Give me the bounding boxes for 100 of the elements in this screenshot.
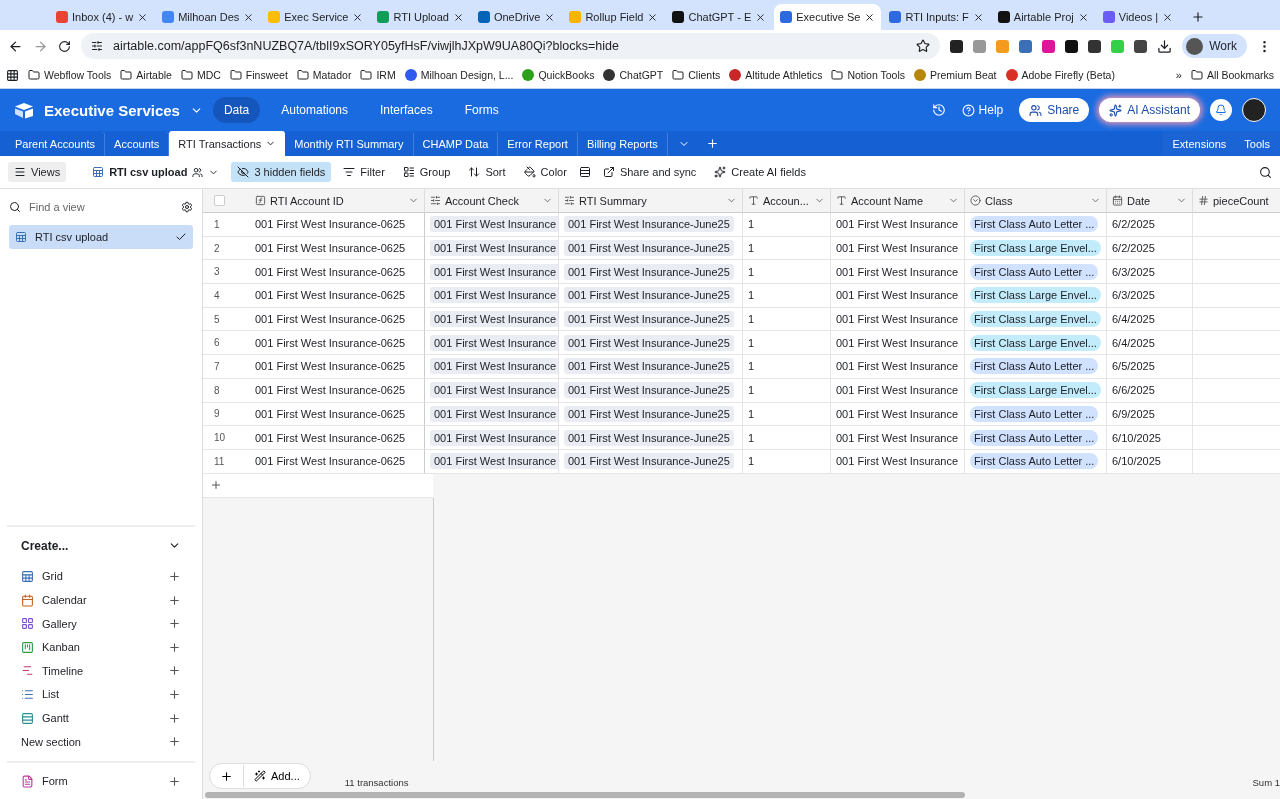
- bookmark[interactable]: All Bookmarks: [1190, 69, 1274, 81]
- select-all-checkbox[interactable]: [214, 195, 225, 206]
- create-view-item[interactable]: Calendar: [9, 588, 193, 612]
- toolbar-button[interactable]: Color: [517, 162, 573, 182]
- close-icon[interactable]: [972, 11, 984, 23]
- add-table-icon[interactable]: [705, 137, 719, 150]
- extension-icon[interactable]: [950, 39, 964, 53]
- browser-tab[interactable]: ChatGPT - E: [666, 4, 773, 30]
- toolbar-button[interactable]: Share and sync: [596, 162, 703, 182]
- add-icon[interactable]: [168, 569, 181, 583]
- bookmark[interactable]: Matador: [296, 69, 352, 81]
- address-bar[interactable]: airtable.com/appFQ6sf3nNUZBQ7A/tblI9xSORY05yfHsF/viwjlhJXpW9UA80Qi?blocks=hide: [81, 33, 941, 59]
- column-header[interactable]: Account Name: [831, 189, 965, 213]
- toolbar-button[interactable]: Create AI fields: [708, 162, 812, 182]
- bookmark[interactable]: IRM: [360, 69, 396, 81]
- bookmark[interactable]: Notion Tools: [831, 69, 905, 81]
- browser-tab[interactable]: RTI Inputs: F: [883, 4, 990, 30]
- notifications-button[interactable]: [1210, 99, 1232, 121]
- close-icon[interactable]: [1077, 11, 1089, 23]
- column-header[interactable]: Date: [1107, 189, 1193, 213]
- bookmark-star-icon[interactable]: [916, 39, 931, 53]
- column-header[interactable]: Accoun...: [743, 189, 831, 213]
- add-icon[interactable]: [168, 617, 181, 631]
- reload-icon[interactable]: [58, 39, 71, 53]
- extensions-button[interactable]: Extensions: [1172, 137, 1227, 150]
- browser-tab[interactable]: RTI Upload: [371, 4, 470, 30]
- back-icon[interactable]: [8, 38, 23, 54]
- tools-button[interactable]: Tools: [1244, 137, 1270, 150]
- extension-icon[interactable]: [1088, 39, 1102, 53]
- add-icon[interactable]: [168, 735, 181, 749]
- column-header[interactable]: Account Check: [425, 189, 559, 213]
- create-view-item[interactable]: Gantt: [9, 706, 193, 730]
- nav-tab[interactable]: Data: [212, 97, 261, 123]
- browser-tab[interactable]: Executive Se: [774, 4, 882, 30]
- browser-tab[interactable]: OneDrive: [471, 4, 562, 30]
- toolbar-button[interactable]: Filter: [337, 162, 391, 182]
- browser-tab[interactable]: Exec Service: [262, 4, 370, 30]
- create-view-item[interactable]: List: [9, 682, 193, 707]
- bookmark[interactable]: ChatGPT: [603, 69, 664, 81]
- forward-icon[interactable]: [33, 38, 48, 54]
- site-settings-icon[interactable]: [91, 40, 103, 52]
- add-record-icon[interactable]: [210, 479, 222, 492]
- bookmark[interactable]: Altitude Athletics: [729, 69, 823, 81]
- extension-icon[interactable]: [1134, 39, 1148, 53]
- add-icon[interactable]: [168, 640, 181, 654]
- add-icon[interactable]: [168, 593, 181, 607]
- create-view-item[interactable]: New section: [9, 729, 193, 754]
- nav-tab[interactable]: Forms: [453, 97, 510, 123]
- ai-assistant-button[interactable]: AI Assistant: [1099, 98, 1200, 122]
- bookmark[interactable]: Premium Beat: [914, 69, 997, 81]
- add-icon[interactable]: [168, 774, 181, 788]
- base-name[interactable]: Executive Services: [44, 101, 180, 119]
- toolbar-button[interactable]: Sort: [462, 162, 512, 182]
- bookmark[interactable]: Clients: [672, 69, 721, 81]
- browser-tab[interactable]: Milhoan Des: [156, 4, 261, 30]
- extension-icon[interactable]: [1065, 39, 1079, 53]
- table-tab[interactable]: RTI Transactions: [169, 131, 286, 156]
- add-icon[interactable]: [168, 687, 181, 701]
- create-view-item[interactable]: Kanban: [9, 635, 193, 660]
- new-tab-icon[interactable]: [1191, 10, 1206, 24]
- create-view-item[interactable]: Timeline: [9, 659, 193, 683]
- add-icon[interactable]: [168, 711, 181, 725]
- browser-tab[interactable]: Videos |: [1096, 4, 1180, 30]
- close-icon[interactable]: [544, 11, 556, 23]
- settings-icon[interactable]: [181, 201, 193, 213]
- search-field[interactable]: Find a view: [27, 200, 175, 214]
- search-icon[interactable]: [1259, 165, 1272, 179]
- history-icon[interactable]: [931, 103, 946, 117]
- create-view-item[interactable]: Gallery: [9, 611, 193, 636]
- close-icon[interactable]: [647, 11, 659, 23]
- views-button[interactable]: Views: [8, 162, 67, 182]
- browser-tab[interactable]: Inbox (4) - w: [50, 4, 155, 30]
- nav-tab[interactable]: Interfaces: [369, 97, 444, 123]
- bookmark[interactable]: Adobe Firefly (Beta): [1005, 69, 1115, 81]
- column-header[interactable]: RTI Account ID: [250, 189, 425, 213]
- create-view-item[interactable]: Grid: [9, 564, 193, 589]
- bookmark[interactable]: Airtable: [120, 69, 172, 81]
- close-icon[interactable]: [1162, 11, 1174, 23]
- profile-button[interactable]: Work: [1182, 34, 1247, 58]
- bookmark[interactable]: Webflow Tools: [28, 69, 112, 81]
- view-item[interactable]: RTI csv upload: [9, 225, 193, 249]
- nav-tab[interactable]: Automations: [270, 97, 359, 123]
- bookmark[interactable]: MDC: [180, 69, 221, 81]
- bookmark[interactable]: QuickBooks: [522, 69, 595, 81]
- apps-icon[interactable]: [6, 68, 19, 82]
- share-button[interactable]: Share: [1019, 98, 1090, 122]
- bookmark[interactable]: Finsweet: [229, 69, 288, 81]
- row-height-icon[interactable]: [578, 166, 591, 178]
- close-icon[interactable]: [864, 11, 876, 23]
- scrollbar[interactable]: [205, 792, 965, 798]
- toolbar-button[interactable]: Group: [396, 162, 457, 182]
- column-header[interactable]: Class: [965, 189, 1107, 213]
- browser-tab[interactable]: Airtable Proj: [991, 4, 1095, 30]
- bookmark[interactable]: Milhoan Design, L...: [404, 69, 514, 81]
- close-icon[interactable]: [755, 11, 767, 23]
- avatar-icon[interactable]: [1242, 98, 1266, 122]
- view-switcher[interactable]: RTI csv upload: [86, 162, 226, 182]
- more-bookmarks[interactable]: »: [1175, 69, 1182, 81]
- create-view-item[interactable]: Form: [9, 769, 193, 793]
- help-link[interactable]: Help: [955, 102, 1010, 118]
